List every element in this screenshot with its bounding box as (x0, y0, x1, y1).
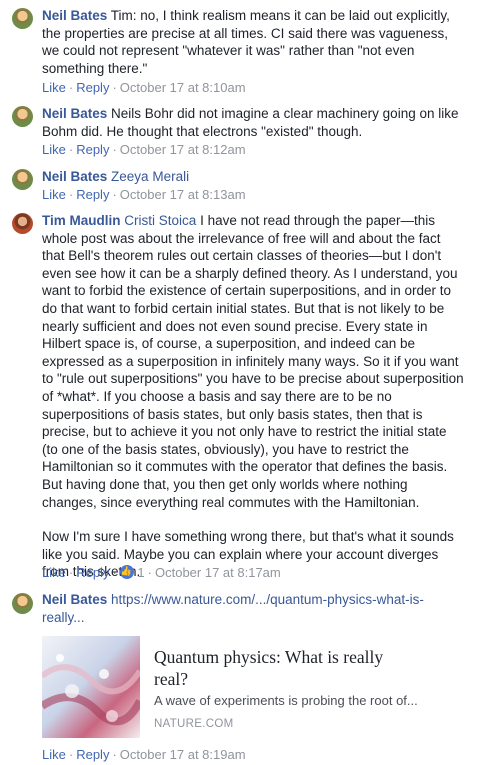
avatar[interactable] (12, 106, 33, 127)
comment-text: Tim Maudlin Cristi Stoica I have not rea… (42, 212, 496, 511)
comment-actions: Like · Reply · October 17 at 8:10am (42, 80, 246, 95)
comment-line: I have not read through the paper—this (200, 213, 435, 228)
reply-button[interactable]: Reply (76, 565, 109, 580)
timestamp[interactable]: October 17 at 8:13am (120, 187, 246, 202)
avatar[interactable] (12, 213, 33, 234)
comment-line: the properties are precise at all times.… (42, 25, 448, 41)
author-name[interactable]: Neil Bates (42, 169, 107, 184)
comment-line: of *what*. If you choose a basis and say… (42, 388, 392, 404)
comment-body: Neil Bates Neils Bohr did not imagine a … (42, 105, 496, 140)
mention-link[interactable]: Cristi Stoica (124, 213, 196, 228)
comment-line: even see how it can be a sharply defined… (42, 265, 458, 281)
timestamp[interactable]: October 17 at 8:12am (120, 142, 246, 157)
comment-text: Neil Bates https://www.nature.com/.../qu… (42, 591, 496, 626)
comment-line: want to forbid the existence of certain … (42, 283, 451, 299)
comment-actions: Like · Reply · October 17 at 8:19am (42, 747, 246, 762)
comment-line: we could not represent "whatever it was"… (42, 43, 415, 59)
author-name[interactable]: Neil Bates (42, 592, 107, 607)
comment-line: Neils Bohr did not imagine a clear machi… (111, 106, 459, 121)
comment-line: something there." (42, 60, 148, 76)
preview-title[interactable]: Quantum physics: What is really real? (154, 646, 434, 690)
like-reaction-icon[interactable] (119, 564, 134, 579)
comment-body: Neil Bates Zeeya Merali (42, 168, 496, 186)
like-button[interactable]: Like (42, 747, 66, 762)
like-button[interactable]: Like (42, 565, 66, 580)
reply-button[interactable]: Reply (76, 80, 109, 95)
comment-line: to "rule out superpositions" you have to… (42, 371, 464, 387)
reply-button[interactable]: Reply (76, 747, 109, 762)
author-name[interactable]: Neil Bates (42, 106, 107, 121)
timestamp[interactable]: October 17 at 8:17am (155, 565, 281, 580)
comment-line: precise, but to achieve it you not only … (42, 424, 447, 440)
link-preview-card[interactable]: Quantum physics: What is really real? A w… (42, 636, 442, 738)
comment-line: Now I'm sure I have something wrong ther… (42, 529, 454, 545)
comment-body: Neil Bates https://www.nature.com/.../qu… (42, 591, 496, 626)
reply-button[interactable]: Reply (76, 187, 109, 202)
comment-line: But having done that, you then get only … (42, 476, 408, 492)
avatar[interactable] (12, 169, 33, 190)
author-name[interactable]: Neil Bates (42, 8, 107, 23)
comment-line: (to one of the basis states, obviously),… (42, 441, 409, 457)
timestamp[interactable]: October 17 at 8:19am (120, 747, 246, 762)
comment-line: Hilbert space is, of course, a superposi… (42, 336, 415, 352)
comment-text: Neil Bates Zeeya Merali (42, 168, 496, 186)
timestamp[interactable]: October 17 at 8:10am (120, 80, 246, 95)
like-button[interactable]: Like (42, 80, 66, 95)
comment-line: expressed as a superposition in infinite… (42, 353, 459, 369)
author-name[interactable]: Tim Maudlin (42, 213, 121, 228)
link-line: really... (42, 609, 85, 625)
link-line: https://www.nature.com/.../quantum-physi… (111, 592, 424, 607)
comment-actions: Like · Reply · October 17 at 8:12am (42, 142, 246, 157)
preview-domain: NATURE.COM (154, 718, 234, 730)
comment-line: changes, since everything real commutes … (42, 494, 420, 510)
preview-title-line: Quantum physics: What is really (154, 647, 384, 667)
comment-actions: Like · Reply · October 17 at 8:13am (42, 187, 246, 202)
mention-link[interactable]: Zeeya Merali (111, 169, 189, 184)
like-button[interactable]: Like (42, 142, 66, 157)
preview-image-graphic (42, 636, 140, 738)
reaction-count[interactable]: 1 (137, 565, 144, 580)
comment-body: Tim Maudlin Cristi Stoica I have not rea… (42, 212, 496, 581)
comment-line: do that want to forbid certain initial s… (42, 300, 445, 316)
comment-line: Bohm did. He thought that electrons "exi… (42, 123, 363, 139)
comment-line: Tim: no, I think realism means it can be… (110, 8, 450, 23)
preview-description: A wave of experiments is probing the roo… (154, 693, 418, 708)
comment-line: that Bell's theorem rules out certain cl… (42, 248, 442, 264)
comment-line: nearly sufficient and does not even soun… (42, 318, 428, 334)
like-button[interactable]: Like (42, 187, 66, 202)
comment-line: like you said. Maybe you can explain whe… (42, 546, 439, 562)
avatar[interactable] (12, 593, 33, 614)
preview-title-line: real? (154, 669, 188, 689)
reply-button[interactable]: Reply (76, 142, 109, 157)
comment-actions: Like·Reply· 1·October 17 at 8:17am (42, 564, 281, 580)
avatar[interactable] (12, 8, 33, 29)
comment-line: Hamiltonian so it commutes with the oper… (42, 459, 448, 475)
comment-line: superpositions of basis states, but only… (42, 406, 423, 422)
comment-text: Neil Bates Tim: no, I think realism mean… (42, 7, 496, 77)
comment-line: whole post was about the irrelevance of … (42, 230, 441, 246)
comment-body: Neil Bates Tim: no, I think realism mean… (42, 7, 496, 77)
comment-text: Neil Bates Neils Bohr did not imagine a … (42, 105, 496, 140)
preview-image[interactable] (42, 636, 140, 738)
